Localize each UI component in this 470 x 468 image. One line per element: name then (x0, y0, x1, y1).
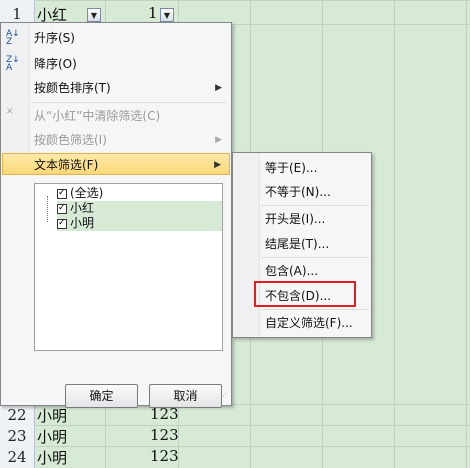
sort-by-color-label: 按颜色排序(T) (34, 81, 111, 95)
filter-by-color-item[interactable]: 按颜色筛选(I) ▶ (2, 129, 230, 151)
ends-with-item[interactable]: 结尾是(T)... (265, 233, 329, 255)
list-item[interactable]: 小红 (57, 201, 222, 216)
contains-item[interactable]: 包含(A)... (265, 260, 318, 282)
table-cell[interactable]: 小明 (37, 447, 67, 468)
sort-ascending-icon: A↓ Z (6, 29, 20, 47)
ok-button[interactable]: 确定 (65, 384, 138, 408)
submenu-arrow-icon: ▶ (214, 160, 221, 170)
annotation-highlight-box (254, 281, 356, 307)
list-item-label: 小明 (70, 216, 95, 230)
resize-grip-icon[interactable]: ⋰ (220, 393, 228, 402)
sort-ascending-label: 升序(S) (34, 31, 75, 45)
header-cell-value[interactable]: 1 (148, 4, 158, 22)
text-filter-item[interactable]: 文本筛选(F) ▶ (2, 153, 230, 175)
filter-value-list[interactable]: (全选) 小红 小明 (34, 183, 223, 351)
table-cell[interactable]: 小明 (37, 405, 67, 426)
submenu-arrow-icon: ▶ (215, 83, 222, 93)
custom-filter-item[interactable]: 自定义筛选(F)... (265, 312, 353, 334)
submenu-icon-gutter (233, 153, 260, 337)
clear-filter-icon: ✕ (6, 107, 14, 117)
row-header[interactable]: 24 (0, 448, 34, 466)
text-filter-submenu: 等于(E)... 不等于(N)... 开头是(I)... 结尾是(T)... 包… (232, 152, 372, 338)
equals-item[interactable]: 等于(E)... (265, 157, 317, 179)
list-item-label: (全选) (70, 186, 104, 200)
sort-ascending-item[interactable]: A↓ Z 升序(S) (2, 27, 230, 49)
table-cell[interactable]: 123 (150, 426, 179, 444)
table-cell[interactable]: 123 (150, 447, 179, 465)
sort-descending-icon: Z↓ A (6, 55, 20, 73)
table-cell[interactable]: 小明 (37, 426, 67, 447)
sort-descending-item[interactable]: Z↓ A 降序(O) (2, 53, 230, 75)
cancel-button[interactable]: 取消 (149, 384, 222, 408)
list-item-label: 小红 (70, 201, 95, 215)
checkbox[interactable] (57, 216, 67, 231)
submenu-arrow-icon: ▶ (215, 135, 222, 145)
sort-by-color-item[interactable]: 按颜色排序(T) ▶ (2, 77, 230, 99)
text-filter-label: 文本筛选(F) (34, 158, 99, 172)
row-header[interactable]: 22 (0, 406, 34, 424)
not-equals-item[interactable]: 不等于(N)... (265, 181, 331, 203)
row-header[interactable]: 23 (0, 427, 34, 445)
list-item[interactable]: 小明 (57, 216, 222, 231)
row-header[interactable]: 1 (0, 5, 34, 23)
sort-descending-label: 降序(O) (34, 57, 77, 71)
clear-filter-item[interactable]: ✕ 从“小红”中清除筛选(C) (2, 105, 230, 127)
begins-with-item[interactable]: 开头是(I)... (265, 208, 325, 230)
clear-filter-label: 从“小红”中清除筛选(C) (34, 109, 161, 123)
checkbox[interactable] (57, 201, 67, 216)
filter-dropdown-button[interactable]: ▼ (160, 8, 174, 22)
filter-dropdown-button[interactable]: ▼ (87, 8, 101, 22)
filter-by-color-label: 按颜色筛选(I) (34, 133, 107, 147)
list-item-select-all[interactable]: (全选) (57, 186, 103, 201)
checkbox[interactable] (57, 186, 67, 201)
